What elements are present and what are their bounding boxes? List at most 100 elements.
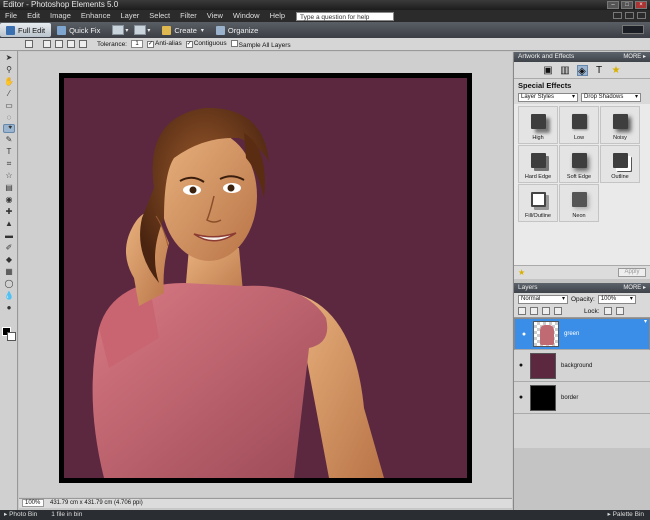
blur-tool-icon[interactable]: 💧 [3, 290, 15, 301]
contiguous-option[interactable]: ✓ Contiguous [185, 40, 227, 48]
intersect-selection-icon[interactable] [79, 40, 87, 48]
menu-window[interactable]: Window [228, 10, 265, 22]
tab-quick-fix[interactable]: Quick Fix [51, 23, 106, 37]
chevron-down-icon[interactable]: ▾ [125, 27, 128, 34]
anti-alias-option[interactable]: ✓ Anti-alias [147, 40, 182, 48]
new-layer-icon[interactable] [518, 307, 526, 315]
layer-row-border[interactable]: ● border [514, 382, 650, 414]
type-tool-icon[interactable]: T [3, 146, 15, 157]
anti-alias-checkbox[interactable]: ✓ [147, 41, 154, 48]
artwork-panel-header[interactable]: Artwork and Effects MORE ▸ [514, 52, 650, 62]
document-canvas-area[interactable] [19, 52, 512, 497]
effect-soft-edge[interactable]: Soft Edge [559, 145, 599, 183]
hand-tool-icon[interactable]: ✋ [3, 76, 15, 87]
favorite-star-icon[interactable]: ★ [518, 268, 525, 277]
photo-bin-toggle[interactable]: ▸ Photo Bin [0, 510, 37, 520]
brush-tool-icon[interactable]: ✐ [3, 242, 15, 253]
menu-select[interactable]: Select [144, 10, 175, 22]
layer-styles-select[interactable]: Layer Styles [518, 93, 578, 102]
magic-wand-icon[interactable] [25, 40, 33, 48]
layer-row-green[interactable]: ● green [514, 318, 650, 350]
subtract-selection-icon[interactable] [67, 40, 75, 48]
new-selection-icon[interactable] [43, 40, 51, 48]
sponge-tool-icon[interactable]: ● [3, 302, 15, 313]
artwork-more-button[interactable]: MORE ▸ [623, 52, 646, 62]
effect-low[interactable]: Low [559, 106, 599, 144]
shape-tool-icon[interactable]: ◯ [3, 278, 15, 289]
lock-all-icon[interactable] [615, 307, 624, 315]
effect-hard-edge[interactable]: Hard Edge [518, 145, 558, 183]
visibility-eye-icon[interactable]: ● [519, 331, 529, 338]
drop-shadows-select[interactable]: Drop Shadows [581, 93, 641, 102]
crop-tool-icon[interactable]: ⌗ [3, 158, 15, 169]
selection-brush-tool-icon[interactable]: ✎ [3, 134, 15, 145]
adjustment-layer-icon[interactable] [530, 307, 538, 315]
menu-view[interactable]: View [202, 10, 228, 22]
straighten-tool-icon[interactable]: ▤ [3, 182, 15, 193]
cookie-cutter-tool-icon[interactable]: ☆ [3, 170, 15, 181]
visibility-eye-icon[interactable]: ● [516, 394, 526, 401]
chevron-down-icon[interactable]: ▾ [147, 27, 150, 34]
frames-icon[interactable]: ▥ [560, 65, 571, 76]
minimize-button[interactable]: – [607, 1, 619, 9]
doc-minimize-button[interactable] [613, 12, 622, 19]
menu-filter[interactable]: Filter [175, 10, 202, 22]
zoom-tool-icon[interactable]: ⚲ [3, 64, 15, 75]
layers-panel-header[interactable]: Layers MORE ▸ [514, 283, 650, 293]
effect-high[interactable]: High [518, 106, 558, 144]
menu-enhance[interactable]: Enhance [76, 10, 116, 22]
lock-transparency-icon[interactable] [603, 307, 612, 315]
menu-edit[interactable]: Edit [22, 10, 45, 22]
paint-bucket-tool-icon[interactable]: ◆ [3, 254, 15, 265]
create-button[interactable]: Create ▾ [156, 23, 210, 37]
organize-button[interactable]: Organize [210, 23, 264, 37]
move-tool-icon[interactable]: ➤ [3, 52, 15, 63]
tolerance-input[interactable]: 1 [131, 40, 143, 48]
layers-more-button[interactable]: MORE ▸ [623, 283, 646, 293]
document-image[interactable] [64, 78, 467, 478]
add-selection-icon[interactable] [55, 40, 63, 48]
effect-fill-outline[interactable]: Fill/Outline [518, 184, 558, 222]
tab-full-edit[interactable]: Full Edit [0, 23, 52, 37]
magic-wand-tool-icon[interactable]: ✦ [3, 124, 15, 133]
apply-button[interactable]: Apply [618, 268, 646, 277]
opacity-input[interactable]: 100% [597, 295, 636, 304]
delete-layer-icon[interactable] [542, 307, 550, 315]
menu-file[interactable]: File [0, 10, 22, 22]
maximize-button[interactable]: □ [621, 1, 633, 9]
contiguous-checkbox[interactable]: ✓ [185, 41, 193, 48]
menu-layer[interactable]: Layer [116, 10, 145, 22]
visibility-eye-icon[interactable]: ● [516, 362, 526, 369]
gradient-tool-icon[interactable]: ▦ [3, 266, 15, 277]
zoom-level-field[interactable]: 100% [22, 499, 44, 507]
close-button[interactable]: × [635, 1, 647, 9]
sample-all-option[interactable]: Sample All Layers [230, 39, 291, 49]
share-icon[interactable] [134, 25, 147, 35]
marquee-tool-icon[interactable]: ▭ [3, 100, 15, 111]
effect-neon[interactable]: Neon [559, 184, 599, 222]
favorites-star-icon[interactable]: ★ [611, 65, 622, 76]
backgrounds-icon[interactable]: ▣ [543, 65, 554, 76]
doc-close-button[interactable] [637, 12, 646, 19]
layer-row-background[interactable]: ● background [514, 350, 650, 382]
eyedropper-tool-icon[interactable]: ⁄ [3, 88, 15, 99]
help-search-input[interactable]: Type a question for help [296, 11, 395, 21]
lasso-tool-icon[interactable]: ◌ [3, 112, 15, 123]
effect-noisy[interactable]: Noisy [600, 106, 640, 144]
doc-restore-button[interactable] [625, 12, 634, 19]
sample-all-checkbox[interactable] [230, 39, 238, 47]
palette-bin-toggle[interactable]: ▸ Palette Bin [607, 510, 650, 520]
menu-help[interactable]: Help [265, 10, 290, 22]
eraser-tool-icon[interactable]: ▬ [3, 230, 15, 241]
print-icon[interactable] [112, 25, 125, 35]
background-color-swatch[interactable] [7, 332, 16, 341]
red-eye-tool-icon[interactable]: ◉ [3, 194, 15, 205]
blend-mode-select[interactable]: Normal [518, 295, 568, 304]
color-swatches[interactable] [2, 327, 16, 341]
effects-icon[interactable]: ◈ [576, 64, 588, 77]
healing-brush-tool-icon[interactable]: ✚ [3, 206, 15, 217]
menu-image[interactable]: Image [45, 10, 76, 22]
effect-outline[interactable]: Outline [600, 145, 640, 183]
link-layers-icon[interactable] [554, 307, 562, 315]
clone-stamp-tool-icon[interactable]: ▲ [3, 218, 15, 229]
